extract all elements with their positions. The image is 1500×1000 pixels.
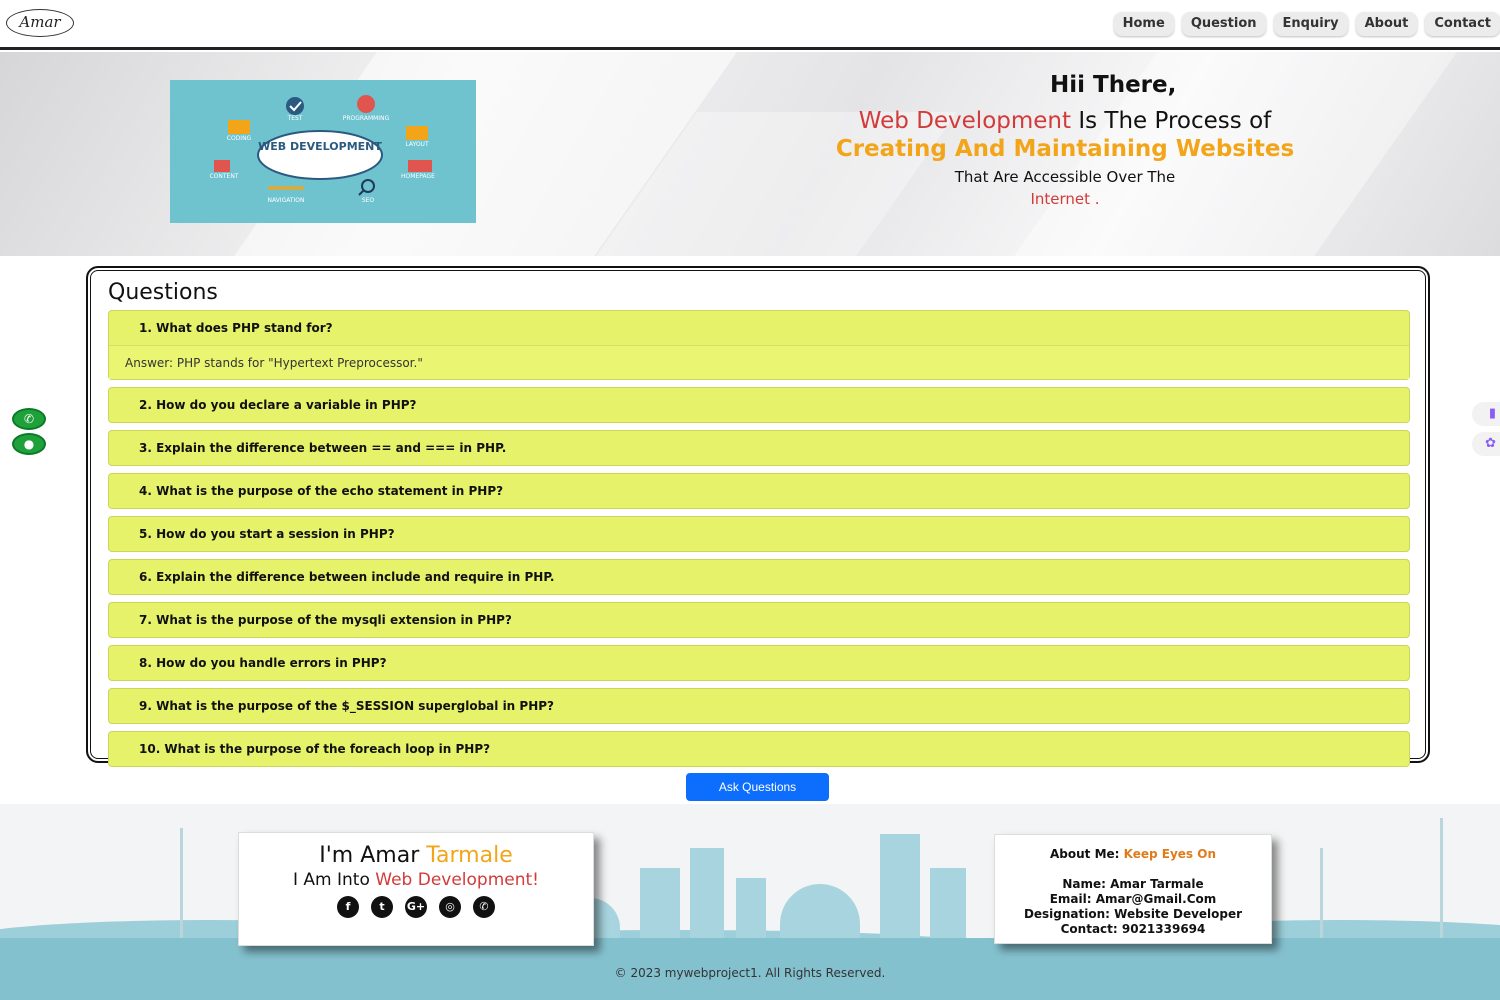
hero-line-3: That Are Accessible Over The: [954, 168, 1176, 186]
question-toggle[interactable]: 7. What is the purpose of the mysqli ext…: [109, 603, 1409, 637]
brain-icon[interactable]: ✿: [1472, 432, 1500, 456]
question-item: 8. How do you handle errors in PHP?: [108, 645, 1410, 681]
intro-card: I'm Amar Tarmale I Am Into Web Developme…: [238, 832, 594, 946]
nav-link-enquiry[interactable]: Enquiry: [1273, 12, 1348, 36]
question-item: 1. What does PHP stand for? Answer: PHP …: [108, 310, 1410, 380]
question-item: 9. What is the purpose of the $_SESSION …: [108, 688, 1410, 724]
question-toggle[interactable]: 10. What is the purpose of the foreach l…: [109, 732, 1409, 766]
social-links: f t G+ ◎ ✆: [239, 896, 593, 918]
svg-text:NAVIGATION: NAVIGATION: [267, 197, 304, 204]
top-navbar: Amar Home Question Enquiry About Contact: [0, 0, 1500, 50]
questions-panel: Questions 1. What does PHP stand for? An…: [86, 266, 1430, 767]
question-toggle[interactable]: 1. What does PHP stand for?: [109, 311, 1409, 345]
question-toggle[interactable]: 6. Explain the difference between includ…: [109, 560, 1409, 594]
illustration-title: WEB DEVELOPMENT: [258, 140, 382, 153]
svg-text:HOMEPAGE: HOMEPAGE: [401, 173, 435, 180]
web-development-illustration: WEB DEVELOPMENT TEST PROGRAMMING CODING …: [170, 80, 476, 223]
floating-contact-icons: ✆ ●: [12, 408, 46, 458]
nav-link-about[interactable]: About: [1355, 12, 1418, 36]
nav-link-contact[interactable]: Contact: [1425, 12, 1500, 36]
about-designation: Designation: Website Developer: [1023, 907, 1243, 921]
question-item: 3. Explain the difference between == and…: [108, 430, 1410, 466]
question-item: 2. How do you declare a variable in PHP?: [108, 387, 1410, 423]
about-heading: About Me: Keep Eyes On: [1050, 847, 1216, 861]
hero-line-2: Creating And Maintaining Websites: [835, 136, 1295, 162]
floating-side-icons: ▮ ✿: [1472, 402, 1500, 462]
about-contact: Contact: 9021339694: [1060, 922, 1206, 936]
intro-tagline: I Am Into Web Development!: [292, 870, 539, 890]
question-toggle[interactable]: 9. What is the purpose of the $_SESSION …: [109, 689, 1409, 723]
whatsapp-icon[interactable]: ✆: [473, 896, 495, 918]
ask-questions-button[interactable]: Ask Questions: [686, 773, 829, 801]
question-item: 4. What is the purpose of the echo state…: [108, 473, 1410, 509]
question-item: 7. What is the purpose of the mysqli ext…: [108, 602, 1410, 638]
question-toggle[interactable]: 3. Explain the difference between == and…: [109, 431, 1409, 465]
book-icon[interactable]: ▮: [1472, 402, 1500, 426]
nav-links: Home Question Enquiry About Contact: [1113, 12, 1500, 36]
svg-text:LAYOUT: LAYOUT: [405, 141, 429, 148]
hero-banner: WEB DEVELOPMENT TEST PROGRAMMING CODING …: [0, 52, 1500, 256]
copyright: © 2023 mywebproject1. All Rights Reserve…: [614, 966, 886, 980]
question-answer: Answer: PHP stands for "Hypertext Prepro…: [109, 345, 1409, 379]
hero-text: Hii There, Web Development Is The Proces…: [760, 72, 1370, 208]
chat-icon[interactable]: ●: [12, 433, 46, 455]
question-toggle[interactable]: 8. How do you handle errors in PHP?: [109, 646, 1409, 680]
svg-text:PROGRAMMING: PROGRAMMING: [343, 115, 390, 122]
svg-text:CONTENT: CONTENT: [209, 173, 238, 180]
hero-greeting: Hii There,: [1050, 72, 1177, 98]
question-toggle[interactable]: 5. How do you start a session in PHP?: [109, 517, 1409, 551]
twitter-icon[interactable]: t: [371, 896, 393, 918]
questions-accordion: 1. What does PHP stand for? Answer: PHP …: [108, 310, 1410, 774]
question-item: 10. What is the purpose of the foreach l…: [108, 731, 1410, 767]
nav-link-home[interactable]: Home: [1113, 12, 1174, 36]
hero-accent: Web Development: [858, 108, 1072, 134]
intro-name: I'm Amar Tarmale: [319, 843, 513, 868]
question-item: 5. How do you start a session in PHP?: [108, 516, 1410, 552]
instagram-icon[interactable]: ◎: [439, 896, 461, 918]
questions-title: Questions: [108, 280, 218, 305]
svg-text:SEO: SEO: [362, 197, 375, 204]
question-item: 6. Explain the difference between includ…: [108, 559, 1410, 595]
question-toggle[interactable]: 2. How do you declare a variable in PHP?: [109, 388, 1409, 422]
about-name: Name: Amar Tarmale: [1062, 877, 1204, 891]
google-plus-icon[interactable]: G+: [405, 896, 427, 918]
footer: I'm Amar Tarmale I Am Into Web Developme…: [0, 804, 1500, 1000]
nav-link-question[interactable]: Question: [1181, 12, 1266, 36]
hero-line-4: Internet .: [1030, 190, 1100, 208]
svg-text:CODING: CODING: [227, 135, 252, 142]
phone-icon[interactable]: ✆: [12, 408, 46, 430]
question-toggle[interactable]: 4. What is the purpose of the echo state…: [109, 474, 1409, 508]
about-info: Name: Amar Tarmale Email: Amar@Gmail.Com…: [995, 877, 1271, 937]
facebook-icon[interactable]: f: [337, 896, 359, 918]
svg-text:TEST: TEST: [287, 115, 303, 122]
about-card: About Me: Keep Eyes On Name: Amar Tarmal…: [994, 834, 1272, 944]
hero-line-1: Web Development Is The Process of: [858, 108, 1272, 134]
about-email: Email: Amar@Gmail.Com: [1049, 892, 1217, 906]
site-logo[interactable]: Amar: [6, 9, 74, 37]
